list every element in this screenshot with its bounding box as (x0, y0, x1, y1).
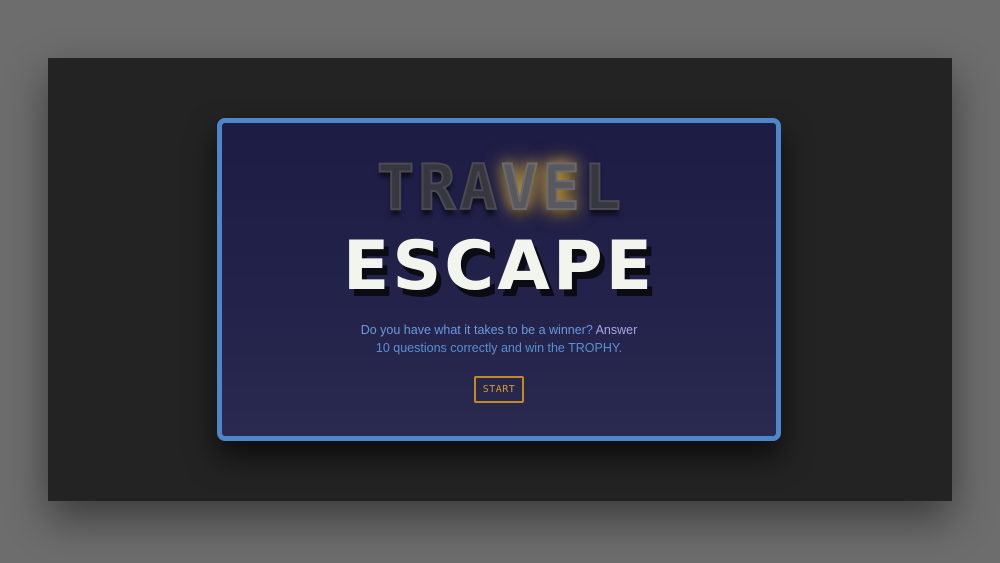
game-title-card: T R A V E L ESCAPE Do you have what it t… (217, 118, 781, 441)
description-line-1: Do you have what it takes to be a winner… (222, 321, 776, 339)
presentation-backdrop: T R A V E L ESCAPE Do you have what it t… (48, 58, 952, 501)
travel-letter-v: V (500, 151, 539, 224)
description-text-1a: Do you have what it takes to be a winner… (360, 323, 596, 337)
travel-letter-e: E (541, 151, 580, 224)
description-line-2: 10 questions correctly and win the TROPH… (375, 341, 623, 355)
travel-letter-t: T (376, 151, 415, 224)
travel-letter-a: A (459, 151, 498, 224)
description-text-1b: Answer (595, 323, 638, 337)
start-button[interactable]: START (474, 376, 524, 403)
escape-title: ESCAPE (342, 227, 656, 306)
travel-letter-r: R (417, 151, 456, 224)
description: Do you have what it takes to be a winner… (222, 321, 776, 357)
travel-letter-l: L (583, 151, 622, 224)
travel-title: T R A V E L (222, 153, 776, 223)
